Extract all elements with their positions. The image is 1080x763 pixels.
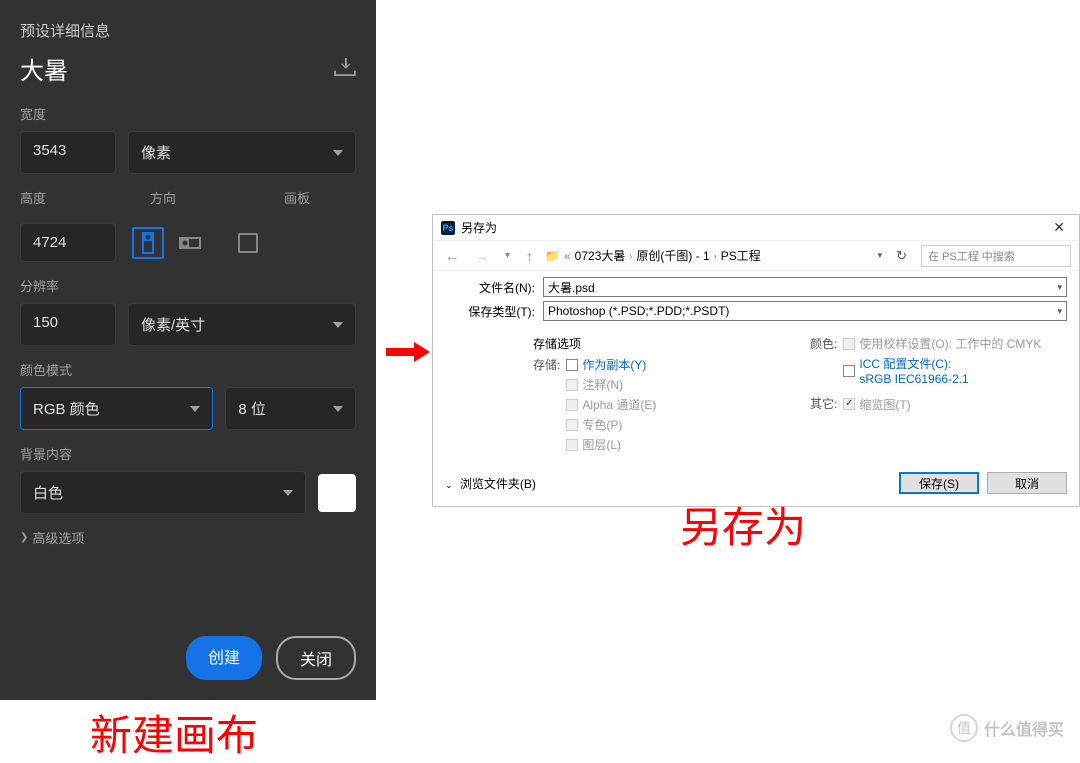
filename-value: 大暑.psd [548, 279, 595, 296]
chevron-down-icon[interactable]: ▾ [501, 250, 514, 261]
color-mode-label: 颜色模式 [20, 360, 356, 379]
chevron-right-icon: ❯ [20, 532, 28, 543]
watermark-text: 什么值得买 [984, 716, 1064, 740]
resolution-input[interactable]: 150 [20, 303, 116, 346]
breadcrumb-item[interactable]: 0723大暑 [575, 247, 626, 264]
photoshop-app-icon: Ps [441, 221, 455, 235]
chevron-down-icon [333, 322, 343, 328]
artboard-checkbox[interactable] [238, 233, 258, 253]
watermark: 值 什么值得买 [950, 714, 1064, 742]
color-mode-value: RGB 颜色 [33, 398, 100, 419]
as-copy-checkbox-row[interactable]: 作为副本(Y) [566, 356, 656, 373]
filename-label: 文件名(N): [445, 279, 535, 296]
annotation-save-as: 另存为 [680, 494, 806, 555]
width-unit-dropdown[interactable]: 像素 [128, 131, 356, 174]
width-label: 宽度 [20, 104, 356, 123]
advanced-options-toggle[interactable]: ❯ 高级选项 [20, 528, 356, 547]
icc-profile-value[interactable]: sRGB IEC61966-2.1 [859, 372, 968, 386]
save-as-dialog: Ps 另存为 ✕ ← → ▾ ↑ 📁 « 0723大暑 › 原创(千图) - 1… [432, 214, 1080, 507]
search-input[interactable]: 在 PS工程 中搜索 [921, 245, 1071, 267]
icc-profile-checkbox-row[interactable]: ICC 配置文件(C):sRGB IEC61966-2.1 [843, 355, 1041, 386]
width-unit-value: 像素 [141, 142, 171, 163]
chevron-down-icon [333, 406, 343, 412]
filetype-dropdown[interactable]: Photoshop (*.PSD;*.PDD;*.PSDT) ▾ [543, 301, 1067, 321]
annotation-checkbox-row: 注释(N) [566, 376, 656, 393]
orientation-landscape-button[interactable] [174, 227, 206, 259]
use-proof-checkbox-row: 使用校样设置(O): 工作中的 CMYK [843, 335, 1041, 352]
breadcrumb-item[interactable]: PS工程 [721, 247, 761, 264]
background-value: 白色 [33, 482, 63, 503]
create-button[interactable]: 创建 [186, 636, 262, 680]
save-options-heading: 存储选项 [533, 335, 790, 352]
background-label: 背景内容 [20, 444, 356, 463]
photoshop-new-document-panel: 预设详细信息 大暑 宽度 3543 像素 高度 方向 画板 4724 分辨率 [0, 0, 376, 700]
nav-up-button[interactable]: ↑ [522, 248, 537, 264]
annotation-new-canvas: 新建画布 [90, 702, 258, 763]
refresh-button[interactable]: ↻ [890, 248, 913, 264]
close-button[interactable]: 关闭 [276, 636, 356, 680]
nav-forward-button[interactable]: → [471, 248, 493, 264]
spot-checkbox-row: 专色(P) [566, 416, 656, 433]
orientation-portrait-button[interactable] [132, 227, 164, 259]
layers-checkbox-row: 图层(L) [566, 436, 656, 453]
chevron-down-icon: ⌄ [445, 480, 453, 490]
preset-name[interactable]: 大暑 [20, 51, 68, 86]
cancel-button[interactable]: 取消 [987, 472, 1067, 494]
arrow-annotation [386, 342, 430, 367]
dialog-title: 另存为 [461, 219, 497, 236]
chevron-down-icon[interactable]: ▾ [1057, 282, 1062, 293]
folder-icon: 📁 [545, 249, 560, 263]
breadcrumb-path[interactable]: 📁 « 0723大暑 › 原创(千图) - 1 › PS工程 ▾ [545, 247, 882, 264]
advanced-label: 高级选项 [32, 528, 84, 547]
thumbnail-checkbox-row: 缩览图(T) [843, 395, 910, 413]
dialog-navbar: ← → ▾ ↑ 📁 « 0723大暑 › 原创(千图) - 1 › PS工程 ▾… [433, 241, 1079, 271]
save-button[interactable]: 保存(S) [899, 472, 979, 494]
dialog-titlebar: Ps 另存为 ✕ [433, 215, 1079, 241]
icc-profile-link[interactable]: ICC 配置文件(C): [859, 357, 951, 371]
artboard-label: 画板 [284, 188, 310, 207]
background-dropdown[interactable]: 白色 [20, 471, 306, 514]
filetype-label: 保存类型(T): [445, 303, 535, 320]
download-preset-icon[interactable] [334, 58, 356, 79]
other-sub-label: 其它: [810, 395, 837, 412]
height-input[interactable]: 4724 [20, 223, 116, 262]
nav-back-button[interactable]: ← [441, 248, 463, 264]
chevron-down-icon[interactable]: ▾ [1057, 306, 1062, 317]
filetype-value: Photoshop (*.PSD;*.PDD;*.PSDT) [548, 304, 729, 318]
width-input[interactable]: 3543 [20, 131, 116, 174]
panel-header: 预设详细信息 [20, 20, 356, 41]
chevron-down-icon [190, 406, 200, 412]
color-sub-label: 颜色: [810, 335, 837, 385]
bit-depth-value: 8 位 [238, 398, 266, 419]
orientation-label: 方向 [150, 188, 250, 207]
color-mode-dropdown[interactable]: RGB 颜色 [20, 387, 213, 430]
resolution-unit-dropdown[interactable]: 像素/英寸 [128, 303, 356, 346]
save-sub-label: 存储: [533, 356, 560, 452]
chevron-down-icon [333, 150, 343, 156]
as-copy-link[interactable]: 作为副本(Y) [582, 356, 646, 373]
breadcrumb-item[interactable]: 原创(千图) - 1 [636, 247, 709, 264]
bit-depth-dropdown[interactable]: 8 位 [225, 387, 356, 430]
filename-input[interactable]: 大暑.psd ▾ [543, 277, 1067, 297]
resolution-unit-value: 像素/英寸 [141, 314, 205, 335]
chevron-down-icon [283, 490, 293, 496]
browse-folders-toggle[interactable]: ⌄ 浏览文件夹(B) [445, 475, 536, 492]
search-placeholder: 在 PS工程 中搜索 [928, 248, 1015, 264]
dialog-close-button[interactable]: ✕ [1047, 219, 1071, 236]
height-label: 高度 [20, 188, 116, 207]
alpha-checkbox-row: Alpha 通道(E) [566, 396, 656, 413]
watermark-icon: 值 [950, 714, 978, 742]
resolution-label: 分辨率 [20, 276, 356, 295]
background-color-swatch[interactable] [318, 474, 356, 512]
